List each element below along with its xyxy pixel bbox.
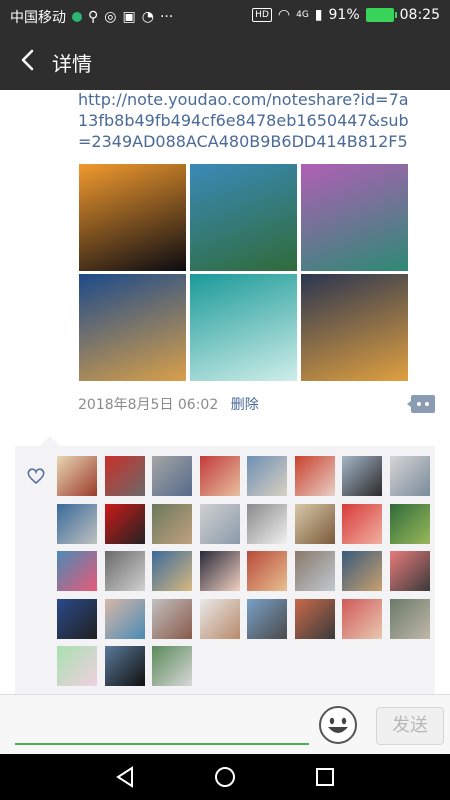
liker-avatar[interactable] (342, 503, 382, 544)
system-home-icon[interactable] (213, 765, 237, 789)
liker-avatar[interactable] (342, 551, 382, 591)
liker-avatar[interactable] (389, 551, 430, 591)
photo-thumbnail[interactable] (301, 164, 408, 271)
liker-avatar[interactable] (342, 598, 382, 639)
back-arrow-icon[interactable] (14, 46, 42, 74)
liker-avatar[interactable] (199, 598, 240, 639)
location-icon: ◎ (104, 9, 117, 25)
send-button[interactable]: 发送 (376, 707, 444, 745)
liker-avatar[interactable] (389, 598, 430, 639)
liker-avatar[interactable] (342, 456, 382, 496)
page-title: 详情 (52, 52, 92, 76)
likes-panel (15, 436, 435, 694)
photo-thumbnail[interactable] (79, 274, 186, 381)
system-back-icon[interactable] (113, 765, 137, 789)
note-link[interactable]: http://note.youdao.com/noteshare?id=7a13… (78, 90, 418, 152)
liker-avatar[interactable] (199, 456, 240, 496)
photo-grid (79, 164, 409, 381)
liker-avatar[interactable] (57, 646, 97, 686)
usb-icon: ⚲ (88, 9, 99, 25)
liker-avatar[interactable] (104, 646, 145, 686)
liker-avatar[interactable] (57, 503, 97, 544)
liker-avatar[interactable] (104, 503, 145, 544)
status-left: 中国移动 ⚲ ◎ ▣ ◔ ··· (10, 7, 173, 27)
photo-thumbnail[interactable] (301, 274, 408, 381)
liker-avatar[interactable] (247, 598, 287, 639)
liker-avatar[interactable] (199, 551, 240, 591)
comment-input[interactable] (15, 743, 309, 745)
liker-avatar[interactable] (152, 646, 192, 686)
liker-avatar[interactable] (389, 503, 430, 544)
emoji-icon[interactable] (318, 705, 358, 745)
system-nav-bar (0, 754, 450, 800)
delete-button[interactable]: 删除 (231, 397, 259, 413)
liker-avatar[interactable] (57, 551, 97, 591)
liker-avatar[interactable] (294, 598, 335, 639)
post-meta: 2018年8月5日 06:02 删除 (78, 394, 259, 414)
liker-avatar[interactable] (104, 551, 145, 591)
app-icon: ▣ (122, 9, 136, 25)
hd-icon: HD (252, 8, 272, 22)
liker-avatar[interactable] (294, 551, 335, 591)
battery-icon (365, 8, 397, 22)
comment-menu-icon[interactable] (407, 393, 435, 415)
liker-avatar[interactable] (104, 456, 145, 496)
moment-detail: http://note.youdao.com/noteshare?id=7a13… (0, 90, 450, 694)
signal-icon: ▮ (314, 7, 323, 23)
liker-avatar[interactable] (152, 503, 192, 544)
status-right: HD ◠ 4G ▮ 91% 08:25 (252, 7, 440, 23)
photo-thumbnail[interactable] (190, 164, 297, 271)
liker-avatar[interactable] (247, 503, 287, 544)
clock: 08:25 (399, 7, 440, 23)
liker-avatar[interactable] (152, 598, 192, 639)
carrier-label: 中国移动 (10, 10, 66, 26)
liker-avatar[interactable] (199, 503, 240, 544)
battery-percent: 91% (328, 7, 360, 23)
likes-panel-pointer (40, 436, 60, 446)
nav-bar: 详情 (0, 33, 450, 90)
status-bar: 中国移动 ⚲ ◎ ▣ ◔ ··· HD ◠ 4G ▮ 91% 08:25 (0, 0, 450, 33)
photo-thumbnail[interactable] (79, 164, 186, 271)
post-date: 2018年8月5日 06:02 (78, 397, 219, 413)
heart-icon (27, 468, 45, 485)
signal-label: 4G (296, 10, 309, 20)
liker-avatar[interactable] (152, 456, 192, 496)
liker-avatar[interactable] (247, 456, 287, 496)
liker-avatar[interactable] (152, 551, 192, 591)
liker-avatar[interactable] (57, 456, 97, 496)
more-notifications-icon: ··· (159, 9, 174, 25)
liker-avatar[interactable] (294, 456, 335, 496)
shield-icon (72, 12, 82, 22)
wechat-icon: ◔ (141, 9, 154, 25)
comment-input-bar: 发送 (0, 694, 450, 755)
photo-thumbnail[interactable] (190, 274, 297, 381)
liker-avatar[interactable] (57, 598, 97, 639)
liker-avatar[interactable] (247, 551, 287, 591)
liker-avatar[interactable] (104, 598, 145, 639)
wifi-icon: ◠ (277, 7, 291, 23)
liker-avatar[interactable] (294, 503, 335, 544)
liker-avatar[interactable] (389, 456, 430, 496)
system-recents-icon[interactable] (313, 765, 337, 789)
